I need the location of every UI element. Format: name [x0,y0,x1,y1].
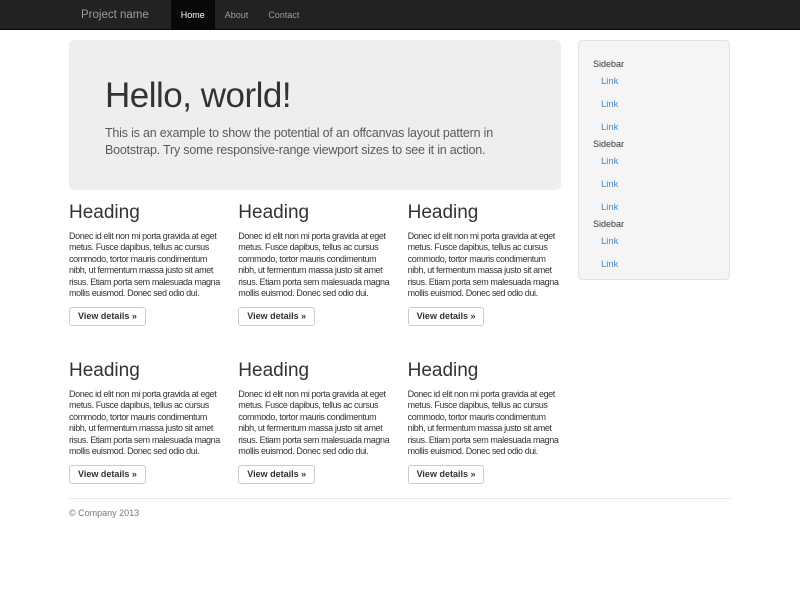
card-heading: Heading [69,202,222,224]
card-4: Heading Donec id elit non mi porta gravi… [69,348,222,484]
card-1: Heading Donec id elit non mi porta gravi… [69,190,222,326]
card-heading: Heading [238,360,391,382]
cards-row-1: Heading Donec id elit non mi porta gravi… [69,190,561,326]
navbar-brand[interactable]: Project name [69,0,161,29]
sidebar-link[interactable]: Link [601,70,721,93]
nav-item-contact[interactable]: Contact [258,0,309,29]
navbar-menu: Home About Contact [171,0,310,29]
cards-row-2: Heading Donec id elit non mi porta gravi… [69,348,561,484]
card-body-text: Donec id elit non mi porta gravida at eg… [69,389,222,458]
sidebar-link[interactable]: Link [601,93,721,116]
view-details-button[interactable]: View details » [408,307,485,326]
nav-item-home[interactable]: Home [171,0,215,29]
card-heading: Heading [408,202,561,224]
top-navbar: Project name Home About Contact [0,0,800,30]
copyright-text: © Company 2013 [69,508,731,518]
content-row: Hello, world! This is an example to show… [69,30,731,484]
view-details-button[interactable]: View details » [69,307,146,326]
card-6: Heading Donec id elit non mi porta gravi… [408,348,561,484]
sidebar-group-title: Sidebar [593,139,721,150]
sidebar-link[interactable]: Link [601,150,721,173]
card-body-text: Donec id elit non mi porta gravida at eg… [238,231,391,300]
sidebar-link[interactable]: Link [601,253,721,276]
view-details-button[interactable]: View details » [69,465,146,484]
card-body-text: Donec id elit non mi porta gravida at eg… [69,231,222,300]
card-heading: Heading [238,202,391,224]
page-container: Hello, world! This is an example to show… [69,30,731,518]
navbar-container: Project name Home About Contact [69,0,731,29]
sidebar: Sidebar Link Link Link Sidebar Link Link… [578,40,730,280]
card-body-text: Donec id elit non mi porta gravida at eg… [408,389,561,458]
nav-item-about[interactable]: About [215,0,259,29]
sidebar-group-2: Sidebar Link Link Link [593,139,721,219]
sidebar-link[interactable]: Link [601,116,721,139]
card-body-text: Donec id elit non mi porta gravida at eg… [408,231,561,300]
view-details-button[interactable]: View details » [238,465,315,484]
card-3: Heading Donec id elit non mi porta gravi… [408,190,561,326]
card-heading: Heading [69,360,222,382]
jumbotron-description: This is an example to show the potential… [105,125,525,160]
sidebar-group-title: Sidebar [593,219,721,230]
view-details-button[interactable]: View details » [238,307,315,326]
view-details-button[interactable]: View details » [408,465,485,484]
sidebar-group-3: Sidebar Link Link [593,219,721,276]
card-heading: Heading [408,360,561,382]
sidebar-link[interactable]: Link [601,230,721,253]
sidebar-link[interactable]: Link [601,196,721,219]
sidebar-link[interactable]: Link [601,173,721,196]
page-title: Hello, world! [105,77,525,116]
card-5: Heading Donec id elit non mi porta gravi… [238,348,391,484]
card-body-text: Donec id elit non mi porta gravida at eg… [238,389,391,458]
page-footer: © Company 2013 [69,498,731,518]
card-2: Heading Donec id elit non mi porta gravi… [238,190,391,326]
sidebar-group-title: Sidebar [593,59,721,70]
main-column: Hello, world! This is an example to show… [69,30,561,484]
sidebar-group-1: Sidebar Link Link Link [593,59,721,139]
jumbotron: Hello, world! This is an example to show… [69,40,561,190]
